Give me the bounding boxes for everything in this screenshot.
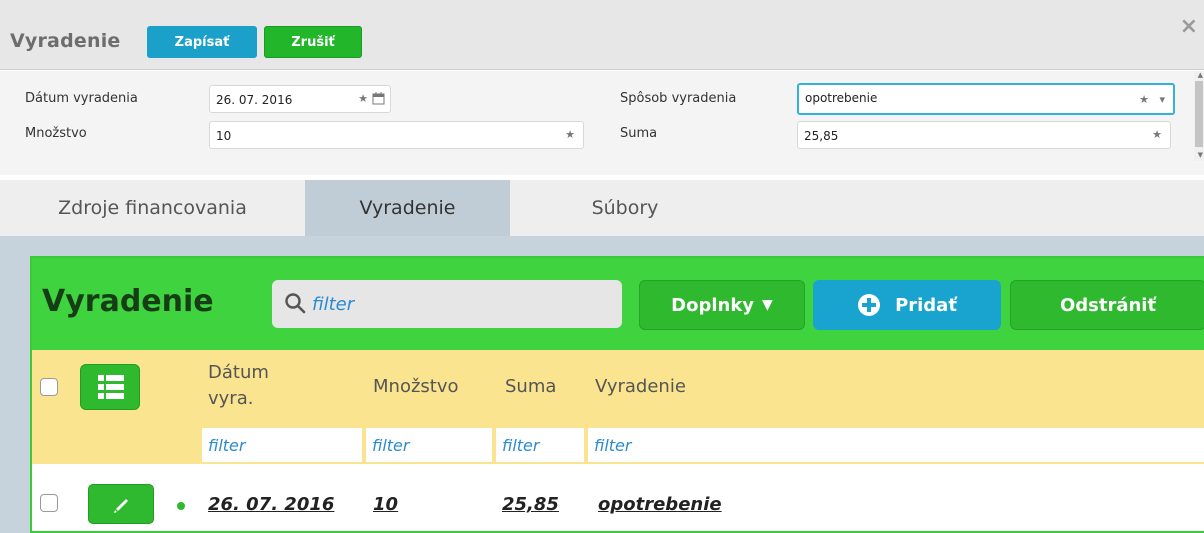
sum-value: 25,85 [804, 129, 839, 143]
status-dot [177, 502, 185, 510]
qty-value: 10 [216, 129, 232, 143]
star-icon[interactable]: ★ [1152, 128, 1162, 141]
tab-content: Vyradenie Doplnky ▼ Pridať Odstrániť [0, 236, 1204, 533]
date-value: 26. 07. 2016 [216, 93, 293, 107]
cell-sum[interactable]: 25,85 [502, 494, 559, 515]
cell-qty[interactable]: 10 [373, 494, 398, 515]
star-icon[interactable]: ★ [1139, 93, 1149, 106]
panel-header: Vyradenie Doplnky ▼ Pridať Odstrániť [32, 258, 1204, 350]
tab-vyradenie[interactable]: Vyradenie [305, 180, 510, 236]
column-header-qty[interactable]: Množstvo [373, 376, 459, 397]
caret-down-icon: ▼ [762, 297, 773, 313]
disposal-form: Dátum vyradenia 26. 07. 2016 ★ Množstvo … [0, 71, 1204, 175]
column-header-sum[interactable]: Suma [505, 376, 556, 397]
addons-dropdown-button[interactable]: Doplnky ▼ [639, 280, 805, 330]
addons-label: Doplnky [671, 294, 755, 316]
search-icon [284, 292, 306, 318]
cell-method[interactable]: opotrebenie [598, 494, 722, 515]
star-icon[interactable]: ★ [358, 92, 368, 105]
modal-header: Vyradenie Zapísať Zrušiť × [0, 0, 1204, 70]
chevron-down-icon[interactable]: ▾ [1159, 93, 1165, 106]
remove-button[interactable]: Odstrániť [1010, 280, 1204, 330]
tab-subory[interactable]: Súbory [510, 180, 740, 236]
star-icon[interactable]: ★ [565, 128, 575, 141]
scroll-down-icon[interactable]: ▼ [1198, 151, 1203, 159]
search-box[interactable] [272, 280, 622, 328]
filter-sum[interactable]: filter [496, 428, 584, 462]
panel-title: Vyradenie [42, 284, 214, 319]
filter-method[interactable]: filter [588, 428, 1204, 462]
save-button[interactable]: Zapísať [147, 26, 257, 58]
cancel-button[interactable]: Zrušiť [264, 26, 362, 58]
select-all-checkbox[interactable] [40, 378, 58, 396]
disposal-panel: Vyradenie Doplnky ▼ Pridať Odstrániť [30, 256, 1204, 533]
plus-circle-icon [857, 293, 881, 317]
pencil-icon [114, 499, 128, 513]
add-label: Pridať [895, 294, 957, 316]
modal-title: Vyradenie [10, 30, 121, 52]
tab-bar: Zdroje financovania Vyradenie Súbory [0, 180, 1204, 236]
sum-label: Suma [620, 126, 658, 141]
list-icon [98, 375, 124, 399]
column-settings-button[interactable] [80, 364, 140, 410]
sum-field[interactable]: 25,85 ★ [797, 121, 1171, 149]
filter-qty[interactable]: filter [366, 428, 492, 462]
form-scrollbar[interactable]: ▲ ▼ [1194, 71, 1204, 161]
date-field[interactable]: 26. 07. 2016 ★ [209, 85, 391, 113]
column-header-method[interactable]: Vyradenie [595, 376, 686, 397]
method-select[interactable]: opotrebenie ★ ▾ [797, 83, 1175, 115]
scroll-up-icon[interactable]: ▲ [1198, 71, 1203, 79]
cell-date[interactable]: 26. 07. 2016 [208, 494, 334, 515]
scrollbar-thumb[interactable] [1195, 81, 1203, 147]
column-header-date[interactable]: Dátum vyra. [208, 360, 318, 412]
row-checkbox[interactable] [40, 494, 58, 512]
date-label: Dátum vyradenia [25, 91, 138, 106]
qty-field[interactable]: 10 ★ [209, 121, 584, 149]
add-button[interactable]: Pridať [813, 280, 1001, 330]
tab-zdroje-financovania[interactable]: Zdroje financovania [0, 180, 305, 236]
table-row[interactable]: 26. 07. 2016 10 25,85 opotrebenie [32, 466, 1204, 526]
method-label: Spôsob vyradenia [620, 91, 737, 106]
search-input[interactable] [312, 292, 602, 316]
qty-label: Množstvo [25, 126, 87, 141]
edit-button[interactable] [88, 484, 154, 524]
filter-date[interactable]: filter [202, 428, 362, 462]
table-header: Dátum vyra. Množstvo Suma Vyradenie [32, 350, 1204, 430]
close-icon[interactable]: × [1180, 14, 1198, 39]
calendar-icon[interactable] [372, 92, 385, 108]
filter-row: filter filter filter filter [32, 426, 1204, 464]
method-value: opotrebenie [805, 91, 878, 105]
